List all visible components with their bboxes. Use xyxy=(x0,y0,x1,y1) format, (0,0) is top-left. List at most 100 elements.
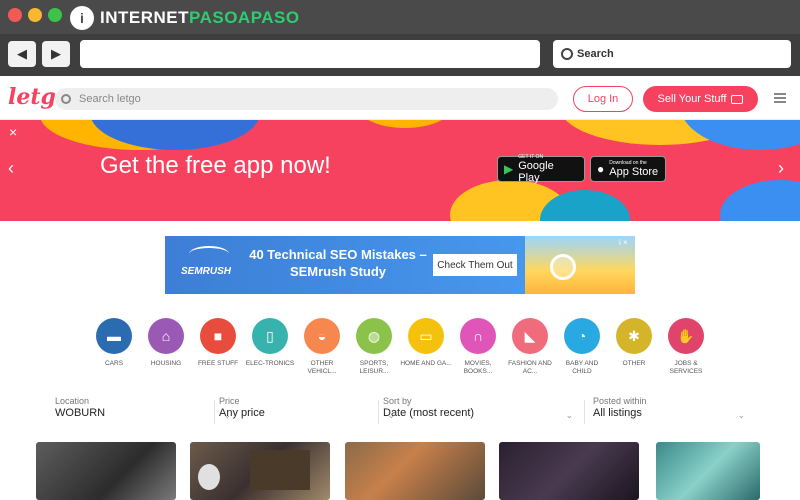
house-icon: ⌂ xyxy=(148,318,184,354)
window-titlebar: i INTERNET PASOAPASO xyxy=(0,0,800,34)
category-label: ELEC-TRONICS xyxy=(245,360,295,367)
banner-next-icon[interactable]: › xyxy=(778,158,784,179)
watermark-text-1: INTERNET xyxy=(100,8,189,27)
heel-icon: ◣ xyxy=(512,318,548,354)
arrow-left-icon: ◀ xyxy=(17,46,27,61)
filter-divider xyxy=(378,400,379,424)
browser-search-field[interactable]: Search xyxy=(553,40,791,68)
arrow-right-icon: ▶ xyxy=(51,46,61,61)
app-promo-banner: × ‹ › Get the free app now! ▶ GET IT ON … xyxy=(0,120,800,221)
listing-thumbnail[interactable] xyxy=(345,442,485,500)
category-housing[interactable]: ⌂ HOUSING xyxy=(140,318,192,368)
search-icon xyxy=(561,48,573,60)
category-label: HOME AND GA... xyxy=(400,360,452,367)
category-label: BABY AND CHILD xyxy=(565,360,599,375)
droid-toy-image xyxy=(198,464,220,490)
category-label: MOVIES, BOOKS... xyxy=(463,360,493,375)
sort-value: Date (most recent) xyxy=(383,407,475,419)
category-fashion[interactable]: ◣ FASHION AND AC... xyxy=(504,318,556,376)
camera-icon xyxy=(731,94,744,104)
posted-label: Posted within xyxy=(593,396,647,406)
category-label: JOBS & SERVICES xyxy=(669,360,703,375)
location-filter[interactable]: Location WOBURN ⌄ xyxy=(55,396,231,428)
sofa-icon: ▭ xyxy=(408,318,444,354)
category-label: CARS xyxy=(104,360,124,367)
apple-icon: ● xyxy=(597,162,605,176)
minimize-window-button[interactable] xyxy=(28,8,42,22)
watermark-logo: i INTERNET PASOAPASO xyxy=(70,5,300,31)
phone-icon: ▯ xyxy=(252,318,288,354)
scooter-icon: ◒ xyxy=(304,318,340,354)
category-movies-books[interactable]: ∩ MOVIES, BOOKS... xyxy=(452,318,504,376)
category-jobs-services[interactable]: ✋ JOBS & SERVICES xyxy=(660,318,712,376)
handshake-icon: ✋ xyxy=(668,318,704,354)
location-label: Location xyxy=(55,396,90,406)
posted-filter[interactable]: Posted within All listings ⌄ xyxy=(593,396,745,428)
app-store-big: App Store xyxy=(609,166,659,178)
category-label: FASHION AND AC... xyxy=(508,360,552,375)
listing-thumbnail[interactable] xyxy=(656,442,760,500)
maximize-window-button[interactable] xyxy=(48,8,62,22)
back-button[interactable]: ◀ xyxy=(8,41,36,67)
price-label: Price xyxy=(219,396,240,406)
advertisement[interactable]: SEMRUSH 40 Technical SEO Mistakes – SEMr… xyxy=(165,236,635,294)
site-search-input[interactable]: Search letgo xyxy=(55,88,558,110)
posted-value: All listings xyxy=(593,407,642,419)
listing-thumbnail[interactable] xyxy=(36,442,176,500)
google-play-button[interactable]: ▶ GET IT ON Google Play xyxy=(497,154,585,184)
banner-prev-icon[interactable]: ‹ xyxy=(8,158,14,179)
category-baby-child[interactable]: ◔ BABY AND CHILD xyxy=(556,318,608,376)
ad-brand: SEMRUSH xyxy=(181,266,232,277)
magnifier-icon xyxy=(550,254,576,280)
ad-headline: 40 Technical SEO Mistakes – SEMrush Stud… xyxy=(249,247,427,279)
app-store-button[interactable]: ● Download on the App Store xyxy=(590,156,666,182)
login-button[interactable]: Log In xyxy=(573,86,633,112)
site-search-placeholder: Search letgo xyxy=(79,93,141,105)
ball-icon: ◍ xyxy=(356,318,392,354)
close-banner-icon[interactable]: × xyxy=(9,124,17,140)
filter-divider xyxy=(214,400,215,424)
listing-thumbnail[interactable] xyxy=(499,442,639,500)
category-label: FREE STUFF xyxy=(197,360,239,367)
category-label: OTHER VEHICL... xyxy=(307,360,337,375)
browser-toolbar: ◀ ▶ Search xyxy=(0,34,800,76)
price-value: Any price xyxy=(219,407,265,419)
listing-thumbnail[interactable] xyxy=(190,442,330,500)
sort-label: Sort by xyxy=(383,396,412,406)
menu-icon[interactable] xyxy=(774,93,786,105)
play-icon: ▶ xyxy=(504,162,514,176)
search-icon xyxy=(61,94,71,104)
category-other[interactable]: ✱ OTHER xyxy=(608,318,660,368)
gift-icon: ■ xyxy=(200,318,236,354)
location-value: WOBURN xyxy=(55,407,106,419)
watermark-text-2: PASOAPASO xyxy=(189,8,300,27)
decor-blob xyxy=(360,120,450,128)
category-label: HOUSING xyxy=(150,360,182,367)
banner-headline: Get the free app now! xyxy=(100,152,331,179)
filter-divider xyxy=(584,400,585,424)
ad-info-icon[interactable]: i × xyxy=(619,238,628,247)
category-sports[interactable]: ◍ SPORTS, LEISUR... xyxy=(348,318,400,376)
decor-blob xyxy=(720,180,800,221)
stroller-icon: ◔ xyxy=(564,318,600,354)
browser-search-placeholder: Search xyxy=(577,48,614,60)
category-label: SPORTS, LEISUR... xyxy=(359,360,389,375)
category-free-stuff[interactable]: ■ FREE STUFF xyxy=(192,318,244,368)
price-filter[interactable]: Price Any price ⌄ xyxy=(219,396,395,428)
sell-button[interactable]: Sell Your Stuff xyxy=(643,86,758,112)
headphones-icon: ∩ xyxy=(460,318,496,354)
filter-bar: Location WOBURN ⌄ Price Any price ⌄ Sort… xyxy=(28,396,772,428)
forward-button[interactable]: ▶ xyxy=(42,41,70,67)
ad-cta-button[interactable]: Check Them Out xyxy=(433,254,517,276)
sort-filter[interactable]: Sort by Date (most recent) ⌄ xyxy=(383,396,573,428)
category-home-garden[interactable]: ▭ HOME AND GA... xyxy=(400,318,452,368)
category-electronics[interactable]: ▯ ELEC-TRONICS xyxy=(244,318,296,368)
close-window-button[interactable] xyxy=(8,8,22,22)
category-cars[interactable]: ▬ CARS xyxy=(88,318,140,368)
semrush-swirl-icon xyxy=(189,246,229,262)
sell-button-label: Sell Your Stuff xyxy=(657,93,727,105)
chevron-down-icon: ⌄ xyxy=(565,410,573,420)
watermark-mark: i xyxy=(70,6,94,30)
address-bar[interactable] xyxy=(80,40,540,68)
category-other-vehicles[interactable]: ◒ OTHER VEHICL... xyxy=(296,318,348,376)
